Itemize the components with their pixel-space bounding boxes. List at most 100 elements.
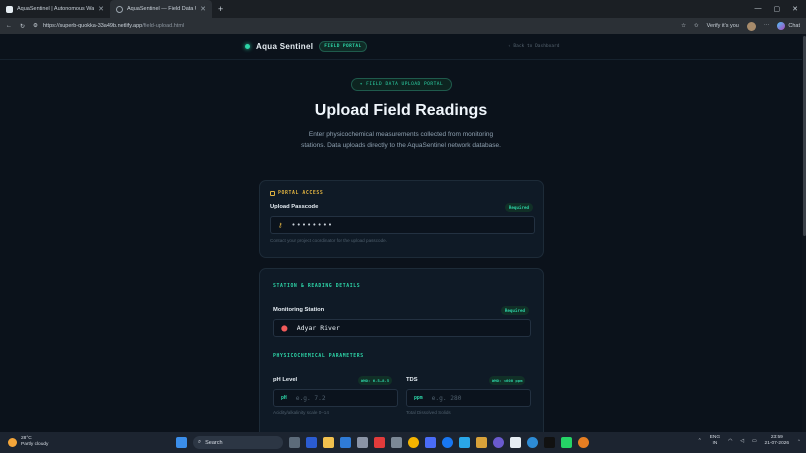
tds-label: TDS bbox=[406, 377, 418, 383]
app-icon[interactable] bbox=[510, 437, 521, 448]
favorites-icon[interactable]: ✩ bbox=[694, 23, 699, 29]
browser-tab-bar: AquaSentinel | Autonomous Wate ✕ AquaSen… bbox=[0, 0, 806, 18]
more-menu-icon[interactable]: ⋯ bbox=[764, 23, 770, 29]
station-details-card: STATION & READING DETAILS Monitoring Sta… bbox=[259, 268, 544, 432]
station-value: Adyar River bbox=[296, 324, 340, 332]
location-pin-icon: ⬤ bbox=[281, 325, 288, 332]
window-close-icon[interactable]: ✕ bbox=[792, 5, 798, 13]
camera-icon[interactable] bbox=[391, 437, 402, 448]
page-subtitle: Enter physicochemical measurements colle… bbox=[301, 131, 501, 149]
key-icon: ⚷ bbox=[278, 222, 283, 229]
chevron-up-icon[interactable]: ⌃ bbox=[698, 439, 702, 444]
portal-pill: ✦ FIELD DATA UPLOAD PORTAL bbox=[351, 78, 452, 91]
ph-unit: pH bbox=[281, 395, 287, 401]
mail-icon[interactable] bbox=[340, 437, 351, 448]
window-controls: — ▢ ✕ bbox=[755, 5, 806, 13]
minimize-icon[interactable]: — bbox=[755, 5, 762, 13]
brand-name: Aqua Sentinel bbox=[256, 42, 314, 51]
word-icon[interactable] bbox=[306, 437, 317, 448]
ph-input[interactable] bbox=[295, 394, 376, 402]
passcode-hint: Contact your project coordinator for the… bbox=[270, 238, 387, 243]
brand[interactable]: Aqua Sentinel FIELD PORTAL bbox=[245, 41, 367, 52]
lock-icon bbox=[270, 191, 275, 196]
taskbar: 28°C Partly cloudy ⌕ Search ⌃ ENG IN ◠ ◁ ▭ … bbox=[0, 432, 806, 453]
address-bar: ← ↻ ⚙ https://superb-quokka-33a49b.netli… bbox=[0, 18, 806, 34]
search-label: Search bbox=[205, 439, 223, 446]
weather-icon bbox=[8, 437, 17, 447]
passcode-label: Upload Passcode bbox=[270, 204, 319, 210]
url-path: /field-upload.html bbox=[142, 23, 185, 29]
weather-widget[interactable]: 28°C Partly cloudy bbox=[8, 436, 48, 448]
windows-start-icon[interactable] bbox=[176, 437, 187, 448]
system-tray: ⌃ ENG IN ◠ ◁ ▭ 23:59 21-07-2026 ◔ bbox=[698, 435, 800, 447]
wifi-icon[interactable]: ◠ bbox=[728, 439, 732, 444]
required-badge: Required bbox=[504, 203, 533, 212]
maximize-icon[interactable]: ▢ bbox=[774, 5, 781, 13]
portal-access-heading: PORTAL ACCESS bbox=[270, 191, 323, 196]
clock[interactable]: 23:59 21-07-2026 bbox=[765, 435, 790, 447]
station-section-heading: STATION & READING DETAILS bbox=[273, 284, 361, 289]
back-to-dashboard-link[interactable]: ‹ Back to Dashboard bbox=[508, 44, 559, 49]
chat-button[interactable]: Chat bbox=[777, 22, 800, 30]
ph-label: pH Level bbox=[273, 377, 298, 383]
ph-who-badge: WHO: 6.5–8.5 bbox=[358, 376, 393, 385]
ph-hint: Acidity/alkalinity scale 0–14 bbox=[273, 410, 329, 415]
tds-unit: ppm bbox=[414, 395, 423, 401]
browser-tab-upload[interactable]: AquaSentinel — Field Data Uploa ✕ bbox=[110, 0, 212, 18]
new-tab-icon[interactable]: + bbox=[212, 4, 229, 14]
url-field[interactable]: ⚙ https://superb-quokka-33a49b.netlify.a… bbox=[33, 23, 673, 29]
file-explorer-icon[interactable] bbox=[323, 437, 334, 448]
taskbar-apps: ⌕ Search bbox=[176, 436, 589, 449]
app-icon[interactable] bbox=[425, 437, 436, 448]
tab-close-icon[interactable]: ✕ bbox=[98, 5, 104, 13]
station-select[interactable]: ⬤ Adyar River bbox=[273, 319, 531, 337]
copilot-icon bbox=[777, 22, 786, 30]
reload-icon[interactable]: ↻ bbox=[20, 23, 25, 30]
globe-icon bbox=[116, 5, 123, 13]
avatar[interactable] bbox=[746, 21, 756, 31]
language-indicator[interactable]: ENG IN bbox=[710, 435, 720, 447]
top-nav: Aqua Sentinel FIELD PORTAL ‹ Back to Das… bbox=[0, 34, 802, 60]
passcode-input[interactable]: ⚷ •••••••• bbox=[270, 216, 535, 234]
volume-icon[interactable]: ◁ bbox=[740, 439, 744, 444]
profile-label[interactable]: Verify it's you bbox=[707, 23, 739, 29]
back-arrow-icon[interactable]: ← bbox=[6, 23, 12, 29]
ph-input-field[interactable]: pH bbox=[273, 389, 398, 407]
task-view-icon[interactable] bbox=[289, 437, 300, 448]
tds-hint: Total Dissolved Solids bbox=[406, 410, 451, 415]
telegram-icon[interactable] bbox=[459, 437, 470, 448]
tab-title: AquaSentinel — Field Data Uploa bbox=[127, 6, 196, 12]
url-host: https://superb-quokka-33a49b.netlify.app bbox=[42, 23, 143, 29]
chrome-icon[interactable] bbox=[408, 437, 419, 448]
required-badge: Required bbox=[500, 306, 529, 315]
tds-input[interactable] bbox=[431, 394, 512, 402]
facebook-icon[interactable] bbox=[442, 437, 453, 448]
field-portal-badge: FIELD PORTAL bbox=[319, 41, 367, 52]
portal-access-card: PORTAL ACCESS Upload Passcode Required ⚷… bbox=[259, 180, 544, 258]
app-icon[interactable] bbox=[357, 437, 368, 448]
bookmark-star-icon[interactable]: ☆ bbox=[681, 23, 686, 29]
app-icon[interactable] bbox=[544, 437, 555, 448]
passcode-value: •••••••• bbox=[291, 221, 334, 229]
whatsapp-icon[interactable] bbox=[561, 437, 572, 448]
site-info-icon[interactable]: ⚙ bbox=[33, 23, 38, 29]
app-icon[interactable] bbox=[493, 437, 504, 448]
notification-icon[interactable]: ◔ bbox=[797, 439, 800, 444]
tab-title: AquaSentinel | Autonomous Wate bbox=[17, 6, 95, 12]
parameters-heading: PHYSICOCHEMICAL PARAMETERS bbox=[273, 354, 364, 359]
tds-who-badge: WHO: <600 ppm bbox=[489, 376, 526, 385]
chat-label: Chat bbox=[788, 23, 800, 29]
browser-tab-home[interactable]: AquaSentinel | Autonomous Wate ✕ bbox=[0, 0, 110, 18]
tab-close-icon[interactable]: ✕ bbox=[200, 5, 206, 13]
battery-icon[interactable]: ▭ bbox=[752, 439, 757, 444]
youtube-icon[interactable] bbox=[374, 437, 385, 448]
page-content: Aqua Sentinel FIELD PORTAL ‹ Back to Das… bbox=[0, 34, 802, 432]
taskbar-search[interactable]: ⌕ Search bbox=[193, 436, 283, 449]
tds-input-field[interactable]: ppm bbox=[406, 389, 531, 407]
app-icon[interactable] bbox=[476, 437, 487, 448]
site-favicon-icon bbox=[6, 5, 13, 13]
app-icon[interactable] bbox=[578, 437, 589, 448]
edge-icon[interactable] bbox=[527, 437, 538, 448]
search-icon: ⌕ bbox=[198, 439, 202, 445]
weather-condition: Partly cloudy bbox=[21, 442, 49, 447]
